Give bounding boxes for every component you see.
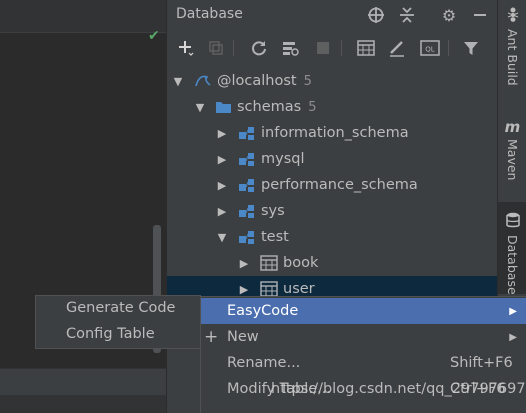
expanded-arrow-icon[interactable]: ▼ — [193, 101, 207, 114]
schema-icon — [237, 124, 257, 142]
menu-item-easycode[interactable]: EasyCode ▶ — [201, 298, 526, 324]
schema-icon — [237, 202, 257, 220]
tree-node-table[interactable]: ▶ book — [167, 250, 498, 276]
table-icon[interactable] — [355, 37, 377, 59]
database-toolbar: QL — [167, 33, 498, 63]
plus-icon: + — [204, 327, 219, 347]
table-label: book — [283, 255, 319, 271]
editor-status-strip — [0, 368, 166, 395]
edit-icon[interactable] — [386, 37, 408, 59]
connection-count: 5 — [303, 73, 312, 89]
tree-node-connection[interactable]: ▼ @localhost 5 — [167, 68, 498, 94]
tab-maven[interactable]: m Maven — [498, 118, 526, 188]
tree-node-database[interactable]: ▶ information_schema — [167, 120, 498, 146]
menu-item-label: Modify Table... — [227, 381, 331, 397]
collapse-icon[interactable] — [396, 4, 418, 26]
minimize-icon[interactable] — [469, 4, 491, 26]
database-icon — [505, 212, 520, 232]
menu-item-config-table[interactable]: Config Table — [66, 326, 155, 342]
collapsed-arrow-icon[interactable]: ▶ — [237, 283, 251, 296]
table-icon — [259, 254, 279, 272]
tab-database-label: Database — [505, 235, 520, 295]
collapsed-arrow-icon[interactable]: ▶ — [237, 257, 251, 270]
expanded-arrow-icon[interactable]: ▼ — [171, 75, 185, 88]
tree-node-database[interactable]: ▶ mysql — [167, 146, 498, 172]
collapsed-arrow-icon[interactable]: ▶ — [215, 127, 229, 140]
tree-node-database[interactable]: ▼ test — [167, 224, 498, 250]
tab-ant-build-label: Ant Build — [505, 29, 520, 86]
svg-text:QL: QL — [425, 46, 435, 54]
editor-tab-bar — [0, 0, 166, 33]
schema-icon — [237, 176, 257, 194]
ant-icon — [505, 6, 521, 26]
table-label: user — [283, 281, 315, 297]
toolbar-separator — [341, 40, 342, 56]
menu-item-label: New — [227, 329, 259, 345]
collapsed-arrow-icon[interactable]: ▶ — [215, 179, 229, 192]
database-label: sys — [261, 203, 285, 219]
settings-icon[interactable] — [279, 37, 301, 59]
database-label: mysql — [261, 151, 305, 167]
submenu-arrow-icon: ▶ — [509, 305, 517, 317]
submenu-arrow-icon: ▶ — [509, 331, 517, 343]
menu-item-modify-table[interactable]: Modify Table... Ctrl+F6 — [201, 376, 526, 402]
schema-icon — [237, 150, 257, 168]
menu-item-label: EasyCode — [227, 303, 299, 319]
mysql-icon — [193, 72, 213, 90]
editor-area[interactable]: ✔ — [0, 0, 166, 413]
tab-ant-build[interactable]: Ant Build — [498, 6, 526, 90]
tree-node-database[interactable]: ▶ sys — [167, 198, 498, 224]
check-icon: ✔ — [148, 28, 160, 44]
database-label: information_schema — [261, 125, 409, 141]
refresh-icon[interactable] — [248, 37, 270, 59]
menu-item-new[interactable]: + New ▶ — [201, 324, 526, 350]
database-window-title: Database — [176, 6, 243, 22]
copy-icon[interactable] — [205, 37, 227, 59]
add-icon[interactable] — [175, 37, 197, 59]
editor-bottom-strip — [0, 395, 166, 413]
maven-icon: m — [504, 118, 521, 136]
folder-icon — [213, 98, 233, 116]
database-label: test — [261, 229, 289, 245]
expanded-arrow-icon[interactable]: ▼ — [215, 231, 229, 244]
schemas-count: 5 — [308, 99, 317, 115]
schema-icon — [237, 228, 257, 246]
tree-node-database[interactable]: ▶ performance_schema — [167, 172, 498, 198]
menu-item-shortcut: Ctrl+F6 — [450, 381, 506, 397]
menu-item-shortcut: Shift+F6 — [450, 355, 513, 371]
filter-icon[interactable] — [460, 37, 482, 59]
menu-item-generate-code[interactable]: Generate Code — [66, 300, 175, 316]
collapsed-arrow-icon[interactable]: ▶ — [215, 205, 229, 218]
context-menu: EasyCode ▶ + New ▶ Rename... Shift+F6 Mo… — [200, 296, 526, 413]
menu-item-label: Rename... — [227, 355, 301, 371]
schemas-label: schemas — [237, 99, 302, 115]
collapsed-arrow-icon[interactable]: ▶ — [215, 153, 229, 166]
gear-icon[interactable]: ⚙ — [438, 4, 460, 26]
database-label: performance_schema — [261, 177, 418, 193]
database-window-header: Database ⚙ — [167, 0, 498, 31]
menu-item-rename[interactable]: Rename... Shift+F6 — [201, 350, 526, 376]
connection-label: @localhost — [217, 73, 297, 89]
tab-maven-label: Maven — [505, 139, 520, 181]
toolbar-separator — [233, 40, 234, 56]
target-icon[interactable] — [365, 4, 387, 26]
tree-node-schemas[interactable]: ▼ schemas 5 — [167, 94, 498, 120]
easycode-submenu: Generate Code Config Table — [35, 295, 201, 349]
stop-icon[interactable] — [312, 37, 334, 59]
toolbar-separator — [448, 40, 449, 56]
tab-database[interactable]: Database — [498, 202, 526, 295]
sql-console-icon[interactable]: QL — [419, 37, 441, 59]
